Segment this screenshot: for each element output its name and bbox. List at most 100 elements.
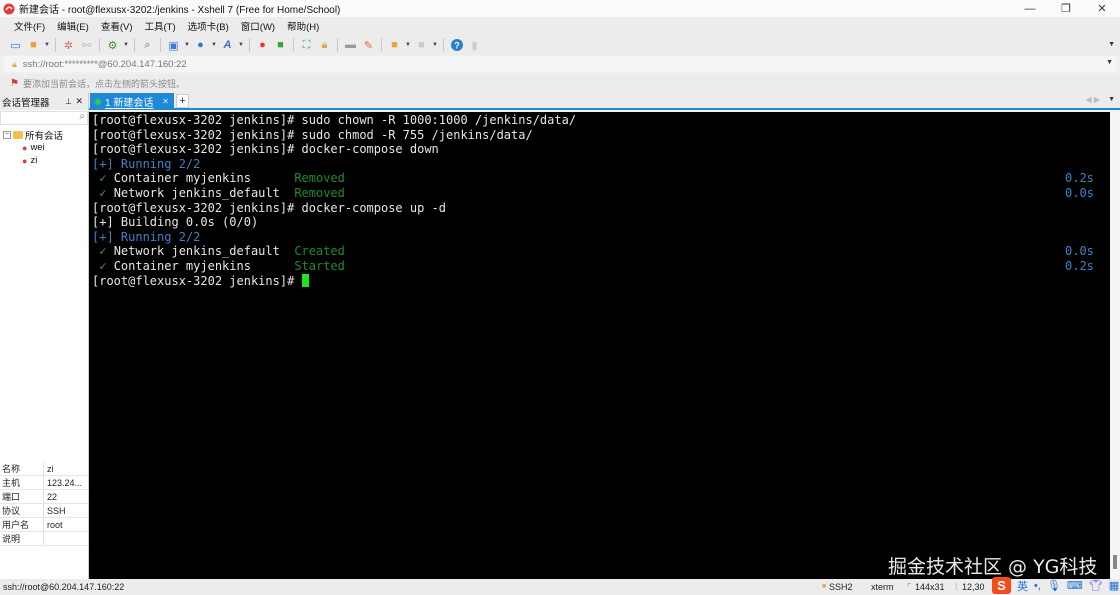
punctuation-icon[interactable]: •,: [1034, 580, 1041, 592]
shell-prompt: [root@flexusx-3202 jenkins]#: [92, 142, 302, 157]
session-props-icon[interactable]: ⚙: [105, 38, 120, 53]
elapsed-time: 0.0s: [1065, 185, 1094, 200]
toolbar-overflow-icon[interactable]: ▼: [1108, 41, 1115, 48]
tree-item-wei[interactable]: ● wei: [0, 141, 88, 154]
open-folder-icon[interactable]: ■: [26, 38, 41, 53]
toolbar-divider: [99, 38, 100, 52]
toolbar-divider: [381, 38, 382, 52]
check-icon: ✓: [92, 185, 114, 200]
close-button[interactable]: ✕: [1084, 0, 1120, 17]
terminal-scrollbar[interactable]: [1110, 112, 1120, 579]
lock-icon[interactable]: 🔒︎: [317, 38, 332, 53]
chevron-down-icon[interactable]: ▼: [405, 42, 411, 48]
skin-icon[interactable]: 👕︎: [1089, 579, 1103, 592]
find-icon[interactable]: ⌕: [140, 38, 155, 53]
shell-prompt: [root@flexusx-3202 jenkins]#: [92, 127, 302, 142]
menu-tools[interactable]: 工具(T): [138, 19, 181, 33]
menu-view[interactable]: 查看(V): [95, 19, 139, 33]
address-bar[interactable]: 🔒︎ ssh://root:*********@60.204.147.160:2…: [4, 56, 1116, 72]
fullscreen-icon[interactable]: ⛶: [299, 38, 314, 53]
session-icon: ●: [22, 155, 28, 166]
add-session-arrow-icon[interactable]: ⚑: [10, 78, 19, 89]
xshell-app-icon: [3, 3, 15, 15]
check-icon: ✓: [92, 244, 114, 259]
minimize-button[interactable]: —: [1012, 0, 1048, 17]
terminal-line: [root@flexusx-3202 jenkins]#: [92, 273, 1110, 289]
pin-icon[interactable]: ⊥: [65, 97, 72, 106]
tab-list-dropdown[interactable]: ▼: [1108, 96, 1115, 103]
layout-icon[interactable]: ■: [414, 38, 429, 53]
tab-scroll-arrows[interactable]: ◀ ▶: [1085, 95, 1100, 104]
resource-status: Started: [294, 258, 345, 273]
property-key: 协议: [0, 504, 44, 517]
shell-command: docker-compose down: [301, 142, 439, 157]
scrollbar-thumb[interactable]: [1113, 555, 1117, 569]
chevron-down-icon[interactable]: ▼: [238, 42, 244, 48]
keyboard-icon[interactable]: ⌨: [1067, 579, 1083, 592]
toolbar: ▭ ■ ▼ ✲ ⚯ ⚙ ▼ ⌕ ▣ ▼ ● ▼ A ▼ ● ■ ⛶ 🔒︎ ▬ ✎…: [0, 35, 1120, 55]
new-session-icon[interactable]: ▭: [8, 38, 23, 53]
connect-icon[interactable]: ✲: [61, 38, 76, 53]
keyboard-icon[interactable]: ▬: [343, 38, 358, 53]
tab-session-1[interactable]: 1 新建会话 ✕: [90, 93, 174, 110]
menu-help[interactable]: 帮助(H): [281, 19, 325, 33]
xftp-icon[interactable]: ■: [273, 38, 288, 53]
collapse-icon[interactable]: −: [3, 130, 11, 139]
sogou-ime-icon[interactable]: S: [992, 577, 1011, 594]
progress-header: [+] Running 2/2: [92, 229, 201, 244]
menu-edit[interactable]: 编辑(E): [51, 19, 95, 33]
shell-command: docker-compose up -d: [301, 200, 447, 215]
elapsed-time: 0.2s: [1065, 258, 1094, 273]
xshell-icon[interactable]: ●: [255, 38, 270, 53]
chat-icon[interactable]: ▮: [467, 38, 482, 53]
property-row: 用户名 root: [0, 518, 89, 532]
new-tab-icon[interactable]: ■: [387, 38, 402, 53]
highlight-icon[interactable]: ✎: [361, 38, 376, 53]
transfer-icon[interactable]: ▣: [166, 38, 181, 53]
property-key: 名称: [0, 462, 44, 475]
new-tab-button[interactable]: +: [176, 94, 189, 108]
terminal-cursor: [301, 273, 309, 287]
cursor-pos-icon: ⁞: [955, 582, 958, 592]
toolbox-icon[interactable]: ▦: [1109, 579, 1119, 592]
tree-item-zi[interactable]: ● zi: [0, 154, 88, 167]
chevron-down-icon[interactable]: ▼: [184, 42, 190, 48]
menu-bar: 文件(F) 编辑(E) 查看(V) 工具(T) 选项卡(B) 窗口(W) 帮助(…: [0, 17, 1120, 35]
tab-close-icon[interactable]: ✕: [162, 97, 169, 106]
menu-window[interactable]: 窗口(W): [235, 19, 281, 33]
terminal-line: ✓ Network jenkins_default Removed 0.0s: [92, 186, 1110, 201]
address-value: ssh://root:*********@60.204.147.160:22: [22, 58, 187, 70]
help-icon[interactable]: ?: [449, 38, 464, 53]
close-icon[interactable]: ✕: [75, 96, 83, 107]
address-dropdown-icon[interactable]: ▼: [1106, 59, 1113, 66]
globe-icon[interactable]: ●: [193, 38, 208, 53]
terminal-output[interactable]: [root@flexusx-3202 jenkins]# sudo chown …: [89, 112, 1110, 579]
terminal-line: [+] Running 2/2: [92, 157, 1110, 172]
chevron-down-icon[interactable]: ▼: [123, 42, 129, 48]
menu-tabs[interactable]: 选项卡(B): [182, 19, 235, 33]
toolbar-divider: [134, 38, 135, 52]
toolbar-divider: [55, 38, 56, 52]
chevron-down-icon[interactable]: ▼: [44, 42, 50, 48]
search-icon[interactable]: ⌕: [79, 111, 85, 122]
property-value: [44, 532, 47, 545]
svg-text:?: ?: [454, 41, 460, 51]
microphone-icon[interactable]: 🎙︎: [1047, 579, 1061, 592]
font-icon[interactable]: A: [220, 38, 235, 53]
session-manager-header: 会话管理器 ⊥ ✕: [0, 93, 88, 110]
status-connection: ssh://root@60.204.147.160:22: [3, 582, 125, 592]
chevron-down-icon[interactable]: ▼: [432, 42, 438, 48]
session-search-input[interactable]: ⌕: [0, 111, 88, 125]
resource-name: Container myjenkins: [113, 171, 295, 186]
protocol-icon: ■: [822, 583, 827, 590]
disconnect-icon[interactable]: ⚯: [79, 38, 94, 53]
shell-command: sudo chmod -R 755 /jenkins/data/: [301, 127, 533, 142]
terminal-line: [+] Building 0.0s (0/0): [92, 215, 1110, 230]
resource-status: Removed: [294, 185, 345, 200]
restore-button[interactable]: ❐: [1048, 0, 1084, 17]
toolbar-divider: [249, 38, 250, 52]
chevron-down-icon[interactable]: ▼: [211, 42, 217, 48]
ime-lang[interactable]: 英: [1017, 578, 1028, 594]
tree-item-all-sessions[interactable]: − 所有会话: [0, 128, 88, 142]
menu-file[interactable]: 文件(F): [8, 19, 51, 33]
